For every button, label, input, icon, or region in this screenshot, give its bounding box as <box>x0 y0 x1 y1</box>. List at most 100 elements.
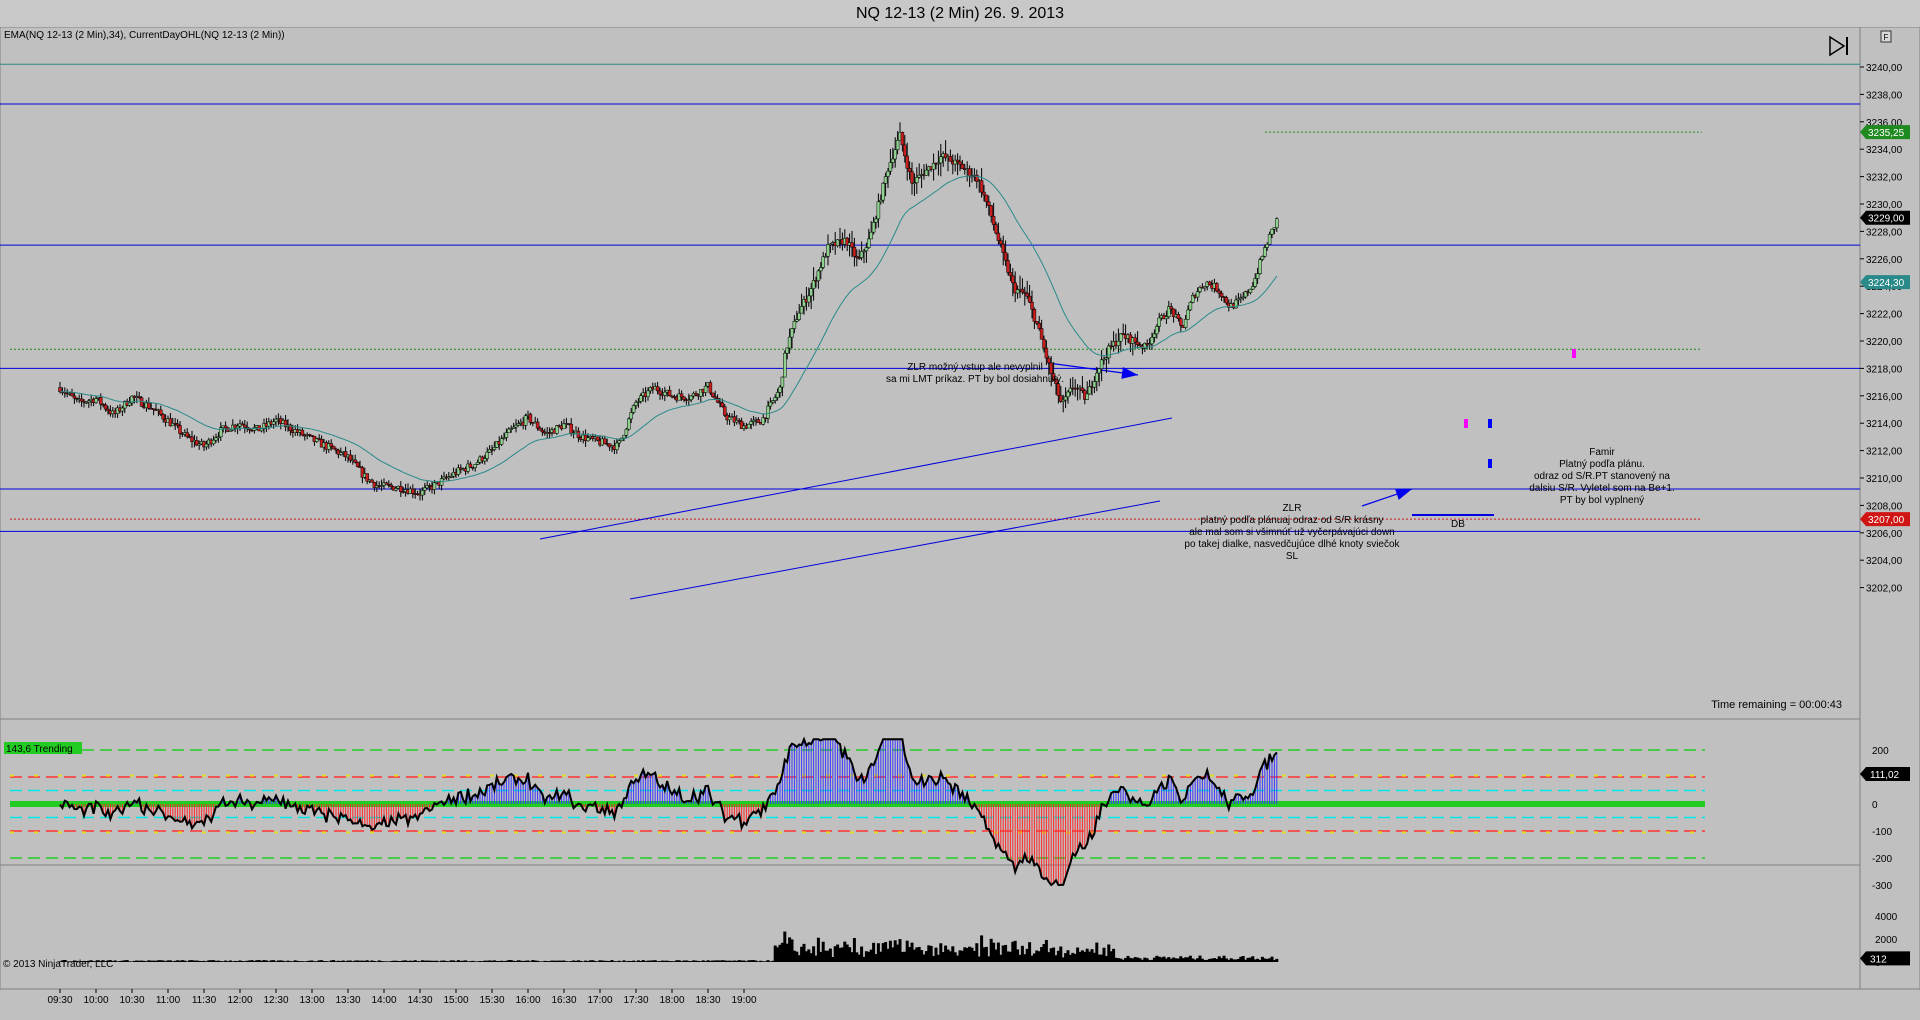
candle-body <box>331 445 336 450</box>
candle-body <box>874 218 878 223</box>
candle-body <box>595 436 600 441</box>
candle-body <box>809 288 813 297</box>
candle-body <box>679 393 684 398</box>
candle-body <box>634 402 638 406</box>
candle-body <box>127 402 132 406</box>
candle-body <box>99 397 103 405</box>
candle-body <box>348 454 353 461</box>
time-axis-label: 16:30 <box>551 995 576 1006</box>
candle-body <box>631 405 636 413</box>
time-axis-label: 15:00 <box>443 995 468 1006</box>
candle-body <box>615 442 619 450</box>
time-axis-label: 17:00 <box>587 995 612 1006</box>
price-axis-label: 3240,00 <box>1866 63 1903 74</box>
chart-area[interactable]: 3240,00 3238,00 3236,00 3234,00 3232,00 3230,… <box>0 26 1920 1015</box>
candle-body <box>1157 317 1161 327</box>
candle-body <box>888 162 893 172</box>
candle-body <box>639 395 643 402</box>
oscillator-panel[interactable] <box>0 718 1861 866</box>
candle-body <box>243 424 247 428</box>
candle-body <box>955 159 960 163</box>
candle-body <box>787 336 792 349</box>
svg-text:ZLR možný vstup ale nevyplnil: ZLR možný vstup ale nevyplnil <box>907 362 1043 373</box>
price-axis-label: 3232,00 <box>1866 173 1903 184</box>
price-axis-label: 3238,00 <box>1866 90 1903 101</box>
candle-body <box>850 242 854 248</box>
price-axis-label: 3208,00 <box>1866 501 1903 512</box>
svg-text:ale mal som si všimnúť už vyče: ale mal som si všimnúť už vyčerpávajúci … <box>1189 527 1395 538</box>
price-axis-label: 3220,00 <box>1866 337 1903 348</box>
candle-body <box>982 191 986 196</box>
candle-body <box>569 423 573 434</box>
candle-body <box>924 169 929 176</box>
price-axis-label: 3202,00 <box>1866 584 1903 595</box>
candle-body <box>1265 244 1269 248</box>
candle-body <box>1027 295 1032 303</box>
candle-body <box>711 392 715 397</box>
candle-body <box>646 390 650 398</box>
time-axis-label: 18:00 <box>659 995 684 1006</box>
candle-body <box>867 238 871 248</box>
candle-body <box>483 458 487 462</box>
candle-body <box>910 171 914 184</box>
candle-body <box>663 391 667 396</box>
candle-body <box>235 425 240 429</box>
candle-body <box>1025 292 1029 297</box>
vol-marker-label: 312 <box>1870 954 1887 965</box>
candle-body <box>58 387 62 392</box>
candle-body <box>1255 273 1260 279</box>
candle-body <box>617 440 621 444</box>
candle-body <box>1032 308 1037 322</box>
candle-body <box>960 164 965 169</box>
copyright: © 2013 NinjaTrader, LLC <box>3 959 113 970</box>
candle-body <box>907 168 912 172</box>
candle-body <box>821 256 825 268</box>
candle-body <box>785 347 789 354</box>
candle-body <box>79 398 84 402</box>
candle-body <box>603 438 607 444</box>
price-axis-label: 3226,00 <box>1866 255 1903 266</box>
price-axis-label: 3234,00 <box>1866 145 1903 156</box>
candle-body <box>886 170 890 177</box>
candle-body <box>540 429 545 433</box>
annotation-zlr-entry: ZLR možný vstup ale nevyplnil sa mi LMT … <box>886 362 1064 385</box>
vol-axis-label: 2000 <box>1875 935 1898 946</box>
candle-body <box>939 156 943 164</box>
price-axis-label: 3222,00 <box>1866 310 1903 321</box>
price-panel[interactable] <box>0 26 1861 720</box>
volume-panel[interactable] <box>0 864 1861 990</box>
candle-body <box>103 404 108 410</box>
candle-body <box>1092 381 1097 388</box>
price-marker-label: 3229,00 <box>1868 214 1905 225</box>
candle-body <box>1080 387 1085 391</box>
candle-body <box>161 414 165 420</box>
time-axis-label: 15:30 <box>479 995 504 1006</box>
candle-body <box>876 201 881 220</box>
candle-body <box>773 397 777 401</box>
price-axis-label: 3210,00 <box>1866 474 1903 485</box>
panel-options-icon[interactable]: F <box>1880 30 1892 43</box>
candle-body <box>1085 393 1089 400</box>
candle-body <box>881 183 885 201</box>
candle-body <box>399 485 403 492</box>
window-title: NQ 12-13 (2 Min) 26. 9. 2013 <box>0 0 1920 28</box>
candle-body <box>159 409 163 415</box>
candle-body <box>468 463 473 468</box>
chart-canvas[interactable]: 3240,003238,003236,003234,003232,003230,… <box>0 26 1920 1015</box>
candle-body <box>694 393 698 396</box>
osc-axis-label: 200 <box>1872 746 1889 757</box>
candle-body <box>667 389 672 397</box>
candle-body <box>689 395 693 400</box>
candle-body <box>94 398 98 403</box>
candle-body <box>1063 396 1068 401</box>
candle-body <box>1164 316 1169 320</box>
candle-body <box>1006 260 1010 273</box>
candle-body <box>1097 368 1101 374</box>
candle-body <box>1219 292 1224 297</box>
oscillator-label: 143,6 Trending <box>6 744 73 755</box>
candle-body <box>355 462 360 467</box>
candle-body <box>120 407 125 412</box>
candle-body <box>423 487 427 491</box>
candle-body <box>967 168 972 177</box>
candle-body <box>996 232 1001 241</box>
